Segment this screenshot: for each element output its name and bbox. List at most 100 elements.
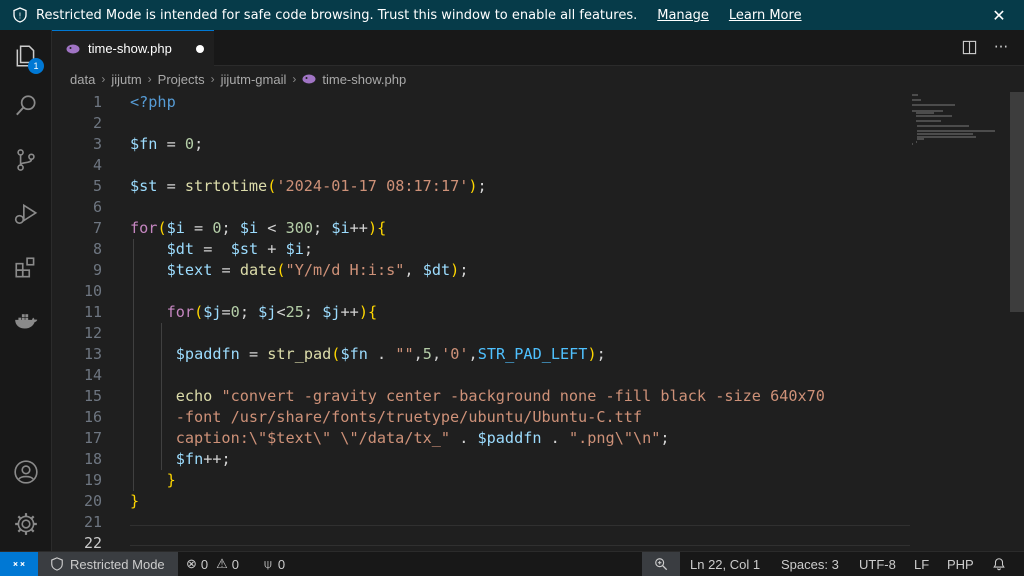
line-number: 8 — [92, 240, 102, 258]
split-editor-icon[interactable] — [960, 38, 978, 56]
chevron-right-icon: › — [210, 72, 215, 86]
line-number: 1 — [92, 93, 102, 111]
account-icon — [14, 460, 38, 484]
code-area[interactable]: <?php $fn = 0; $st = strtotime('2024-01-17… — [130, 92, 950, 551]
minimap[interactable] — [912, 92, 1012, 152]
close-icon[interactable]: ✕ — [990, 6, 1008, 25]
code-line[interactable]: for($i = 0; $i < 300; $i++){ — [130, 218, 386, 239]
chevron-right-icon: › — [101, 72, 106, 86]
code-line[interactable]: -font /usr/share/fonts/truetype/ubuntu/U… — [130, 407, 642, 428]
extensions-icon — [15, 257, 35, 278]
line-number: 13 — [83, 345, 102, 363]
line-number: 14 — [83, 366, 102, 384]
code-line[interactable]: for($j=0; $j<25; $j++){ — [130, 302, 378, 323]
minimap-line — [912, 104, 955, 107]
breadcrumb: data › jijutm › Projects › jijutm-gmail … — [52, 66, 1024, 92]
search-icon — [16, 95, 36, 116]
accounts-button[interactable] — [0, 448, 52, 496]
code-line[interactable]: $fn++; — [130, 449, 231, 470]
zoom-icon — [655, 558, 668, 571]
indent-guide — [133, 239, 134, 491]
line-number: 4 — [92, 156, 102, 174]
code-line[interactable]: $fn = 0; — [130, 134, 203, 155]
code-line[interactable]: $paddfn = str_pad($fn . "",5,'0',STR_PAD… — [130, 344, 606, 365]
indentation-setting[interactable]: Spaces: 3 — [781, 552, 839, 576]
ports-count: 0 — [277, 556, 286, 572]
error-count: 0 — [200, 556, 209, 572]
search-button[interactable] — [0, 82, 52, 130]
manage-settings-button[interactable] — [0, 500, 52, 548]
line-number: 20 — [83, 492, 102, 510]
line-number: 3 — [92, 135, 102, 153]
encoding-setting[interactable]: UTF-8 — [859, 552, 896, 576]
shield-icon: ! — [12, 7, 28, 23]
docker-button[interactable] — [0, 298, 52, 346]
activity-bar: 1 — [0, 30, 52, 551]
line-number: 2 — [92, 114, 102, 132]
language-mode[interactable]: PHP — [947, 552, 974, 576]
extensions-button[interactable] — [0, 244, 52, 292]
code-line[interactable]: echo "convert -gravity center -backgroun… — [130, 386, 825, 407]
minimap-line — [912, 94, 918, 96]
php-file-icon — [302, 74, 316, 84]
code-line[interactable]: $text = date("Y/m/d H:i:s", $dt); — [130, 260, 469, 281]
code-line[interactable]: <?php — [130, 92, 176, 113]
shield-icon — [51, 557, 63, 571]
restricted-mode-label: Restricted Mode — [70, 556, 165, 572]
breadcrumb-item-data[interactable]: data — [70, 72, 95, 87]
code-line[interactable]: caption:\"$text\" \"/data/tx_" . $paddfn… — [130, 428, 670, 449]
breadcrumb-item-jijutm-gmail[interactable]: jijutm-gmail — [221, 72, 287, 87]
vertical-scrollbar[interactable] — [1010, 92, 1024, 312]
explorer-button[interactable]: 1 — [0, 32, 52, 80]
line-number: 17 — [83, 429, 102, 447]
remote-indicator-button[interactable] — [0, 552, 38, 576]
tab-time-show-php[interactable]: time-show.php — [52, 30, 214, 66]
breadcrumb-item-projects[interactable]: Projects — [158, 72, 205, 87]
notifications-icon[interactable] — [992, 552, 1006, 576]
minimap-line — [917, 138, 924, 141]
banner-message: Restricted Mode is intended for safe cod… — [36, 7, 638, 23]
minimap-line — [917, 135, 977, 138]
indent-guide — [161, 323, 162, 470]
restricted-mode-banner: ! Restricted Mode is intended for safe c… — [0, 0, 1024, 30]
line-number: 19 — [83, 471, 102, 489]
line-number: 18 — [83, 450, 102, 468]
line-number: 11 — [83, 303, 102, 321]
error-icon: ⊗ — [186, 556, 197, 571]
tab-label: time-show.php — [88, 41, 172, 56]
cursor-position[interactable]: Ln 22, Col 1 — [690, 552, 760, 576]
code-editor[interactable]: 1 2 3 4 5 6 7 8 9 10 11 12 13 14 15 16 17 18 19 20 21 22 <?ph… — [52, 92, 1024, 552]
line-number: 16 — [83, 408, 102, 426]
code-line[interactable]: } — [130, 470, 176, 491]
breadcrumb-item-jijutm[interactable]: jijutm — [111, 72, 141, 87]
zoom-button[interactable] — [642, 552, 680, 576]
svg-text:!: ! — [18, 12, 21, 21]
current-line-highlight — [130, 525, 910, 546]
restricted-mode-indicator[interactable]: Restricted Mode — [38, 552, 178, 576]
code-line[interactable]: $dt = $st + $i; — [130, 239, 313, 260]
line-number: 21 — [83, 513, 102, 531]
line-number: 5 — [92, 177, 102, 195]
breadcrumb-item-file[interactable]: time-show.php — [322, 72, 406, 87]
line-number-gutter: 1 2 3 4 5 6 7 8 9 10 11 12 13 14 15 16 17 18 19 20 21 22 — [52, 92, 112, 552]
run-debug-button[interactable] — [0, 190, 52, 238]
line-number: 7 — [92, 219, 102, 237]
line-number: 12 — [83, 324, 102, 342]
problems-indicator[interactable]: ⊗ 0 ⚠ 0 — [186, 552, 239, 576]
minimap-line — [916, 140, 918, 143]
minimap-line — [916, 114, 953, 117]
manage-link[interactable]: Manage — [657, 8, 709, 23]
chevron-right-icon: › — [292, 72, 297, 86]
eol-setting[interactable]: LF — [914, 552, 929, 576]
learn-more-link[interactable]: Learn More — [729, 8, 802, 23]
editor-tab-bar: time-show.php ··· — [52, 30, 1024, 66]
chevron-right-icon: › — [147, 72, 152, 86]
code-line[interactable]: $st = strtotime('2024-01-17 08:17:17'); — [130, 176, 487, 197]
status-bar: Restricted Mode ⊗ 0 ⚠ 0 ⍦ 0 Ln 22, Col 1… — [0, 551, 1024, 576]
unsaved-dot-icon[interactable] — [196, 45, 204, 53]
more-actions-icon[interactable]: ··· — [992, 38, 1010, 56]
ports-indicator[interactable]: ⍦ 0 — [264, 552, 285, 576]
minimap-line — [916, 120, 942, 122]
code-line[interactable]: } — [130, 491, 139, 512]
source-control-button[interactable] — [0, 136, 52, 184]
